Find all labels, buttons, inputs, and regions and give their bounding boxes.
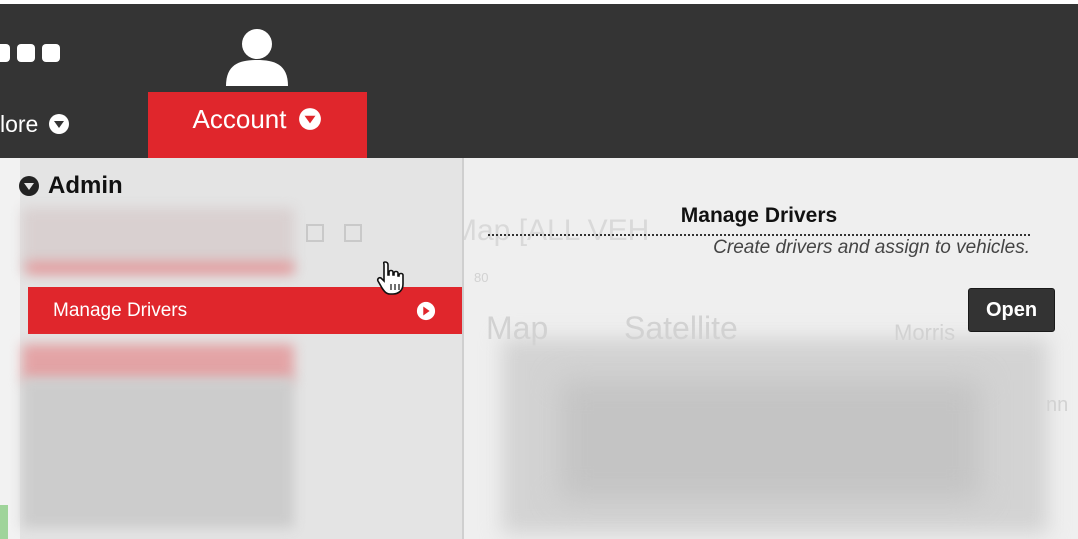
user-icon[interactable]: [224, 26, 290, 86]
nav-more-label: lore: [0, 110, 39, 137]
nav-more[interactable]: lore: [0, 106, 70, 142]
background-page-edge: [0, 158, 20, 539]
detail-title: Manage Drivers: [680, 204, 838, 227]
blurred-menu-list: [22, 378, 294, 528]
admin-section-header[interactable]: Admin: [18, 172, 123, 200]
blurred-menu-item-accent: [26, 262, 294, 274]
hand-pointer-cursor-icon: [376, 261, 404, 295]
top-navigation-bar: lore Account: [0, 4, 1078, 158]
menu-item-label: Manage Drivers: [53, 299, 188, 321]
app-grid-icon[interactable]: [0, 44, 60, 62]
blurred-preview-detail: [560, 380, 980, 500]
nav-account[interactable]: Account: [148, 92, 367, 158]
maximize-icon: [306, 224, 324, 242]
detail-description: Create drivers and assign to vehicles.: [713, 237, 1030, 258]
blurred-menu-item[interactable]: [22, 344, 294, 382]
nav-account-label: Account: [192, 103, 287, 134]
detail-title-underline: [488, 234, 1030, 236]
chevron-down-circle-icon: [19, 176, 39, 196]
background-route-badge: 80: [474, 270, 489, 285]
background-route-badge: nn: [1046, 394, 1069, 416]
chevron-down-circle-icon: [49, 114, 70, 134]
close-icon: [344, 224, 362, 242]
background-window-controls: [306, 224, 362, 242]
admin-section-label: Admin: [48, 172, 123, 199]
chevron-right-circle-icon: [416, 301, 436, 320]
chevron-down-circle-icon: [299, 108, 322, 130]
open-button[interactable]: Open: [968, 288, 1055, 332]
